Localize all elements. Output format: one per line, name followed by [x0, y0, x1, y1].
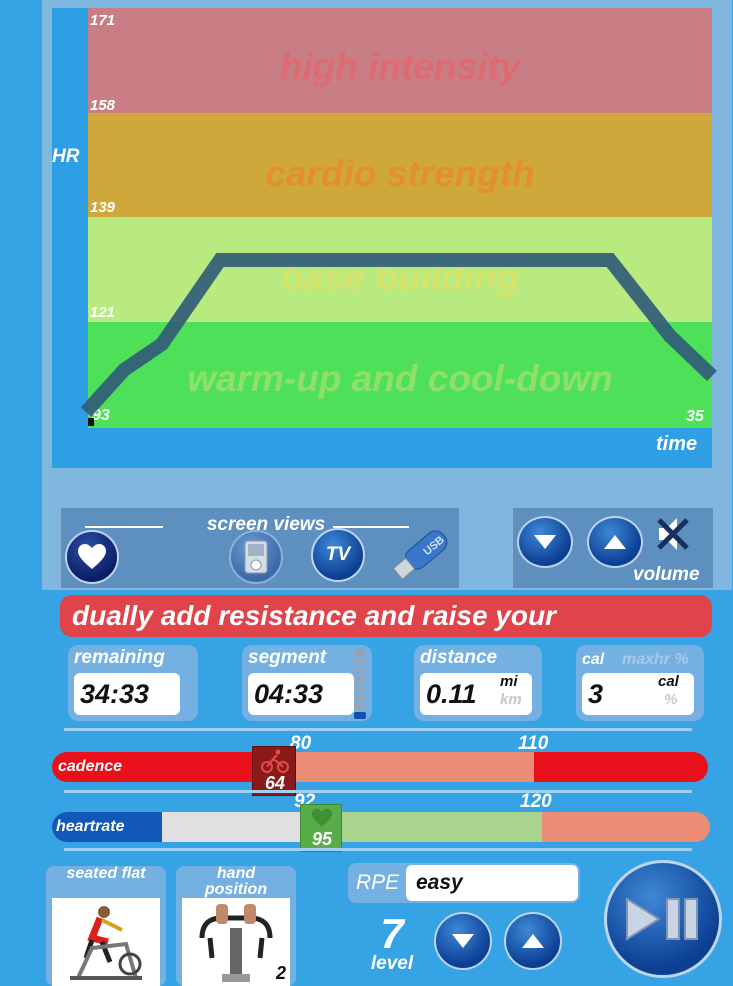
- heartrate-marker: 95: [300, 804, 342, 852]
- volume-panel: volume: [512, 507, 714, 589]
- cadence-target-zone: [296, 752, 534, 782]
- heartrate-label: heartrate: [56, 818, 125, 835]
- remaining-stat: remaining 34:33: [68, 645, 198, 721]
- rpe-panel: RPE easy: [348, 863, 580, 903]
- calories-stat: cal maxhr % 3 cal %: [576, 645, 704, 721]
- zone-label-high-intensity: high intensity: [279, 46, 521, 87]
- hr-tick-158: 158: [90, 97, 116, 114]
- segment-progress-led-active: [354, 712, 366, 719]
- volume-down-button[interactable]: [517, 516, 573, 568]
- mute-icon[interactable]: [657, 516, 689, 552]
- level-label: level: [370, 953, 414, 974]
- remaining-value: 34:33: [74, 673, 180, 715]
- calories-number: 3: [588, 679, 604, 709]
- heart-view-button[interactable]: [65, 530, 119, 584]
- tv-view-button[interactable]: TV: [311, 528, 365, 582]
- chevron-down-icon: [534, 535, 556, 549]
- distance-unit-km[interactable]: km: [500, 679, 522, 721]
- volume-label: volume: [633, 564, 700, 585]
- usb-icon[interactable]: USB: [387, 518, 459, 590]
- percent-unit: %: [664, 691, 678, 708]
- segment-stat: segment 04:33: [242, 645, 372, 721]
- divider: [64, 728, 692, 731]
- music-player-icon: [244, 540, 268, 574]
- screen-views-panel: screen views TV USB: [60, 507, 460, 589]
- cyclist-icon: [261, 749, 289, 773]
- distance-value: 0.11 mi km: [420, 673, 532, 715]
- segment-label: segment: [248, 647, 327, 668]
- coaching-message: dually add resistance and raise your: [60, 595, 712, 637]
- seated-flat-label: seated flat: [66, 865, 146, 882]
- chevron-up-icon: [604, 535, 626, 549]
- cal-label[interactable]: cal: [582, 651, 604, 669]
- level-value: 7: [380, 910, 404, 957]
- play-pause-icon: [626, 897, 698, 941]
- segment-progress-led: [354, 676, 366, 683]
- zone-cardio-strength: cardio strength: [88, 113, 712, 217]
- heartrate-high-zone: [542, 812, 710, 842]
- rider-icon: [70, 906, 142, 980]
- play-pause-button[interactable]: [604, 860, 722, 978]
- heart-icon: [78, 544, 106, 569]
- chevron-up-icon: [522, 934, 544, 948]
- position-tile[interactable]: seated flat: [46, 866, 166, 986]
- hand-position-number: 2: [275, 963, 286, 983]
- heart-icon: [312, 808, 332, 827]
- handlebar-icon: [199, 904, 273, 982]
- distance-label: distance: [420, 647, 498, 668]
- chevron-down-icon: [452, 934, 474, 948]
- zone-label-cardio-strength: cardio strength: [265, 153, 535, 194]
- music-player-button[interactable]: [229, 530, 283, 584]
- zone-high-intensity: high intensity: [88, 8, 712, 113]
- rpe-value: easy: [406, 865, 578, 901]
- workout-profile-line: [80, 253, 717, 417]
- tv-label: TV: [325, 544, 351, 565]
- hand-position-tile[interactable]: hand position 2: [176, 866, 296, 986]
- level-up-button[interactable]: [504, 912, 562, 970]
- hr-tick-171: 171: [90, 12, 116, 29]
- segment-value: 04:33: [248, 673, 354, 715]
- calories-value: 3 cal %: [582, 673, 694, 715]
- position-marker: [88, 418, 94, 426]
- level-down-button[interactable]: [434, 912, 492, 970]
- distance-number: 0.11: [426, 679, 477, 709]
- heartrate-high-target: 120: [520, 791, 552, 812]
- time-axis-label: time: [656, 433, 698, 455]
- divider: [64, 848, 692, 851]
- divider: [64, 790, 692, 793]
- rpe-label: RPE: [356, 871, 400, 894]
- segment-progress-led: [354, 703, 366, 710]
- segment-progress-led: [354, 649, 366, 656]
- hand-position-image: 2: [182, 898, 290, 986]
- segment-progress-led: [354, 658, 366, 665]
- rider-image: [52, 898, 160, 986]
- segment-progress-led: [354, 685, 366, 692]
- hand-position-label: hand position: [204, 865, 268, 898]
- cadence-label: cadence: [58, 758, 123, 775]
- hr-axis-label: HR: [52, 146, 80, 167]
- distance-stat: distance 0.11 mi km: [414, 645, 542, 721]
- cadence-high-target: 110: [518, 733, 549, 754]
- heartrate-value: 95: [311, 829, 333, 849]
- segment-progress-led: [354, 694, 366, 701]
- cadence-marker: 64: [252, 746, 296, 796]
- volume-up-button[interactable]: [587, 516, 643, 568]
- remaining-label: remaining: [74, 647, 165, 668]
- hr-tick-139: 139: [90, 199, 116, 216]
- segment-progress-led: [354, 667, 366, 674]
